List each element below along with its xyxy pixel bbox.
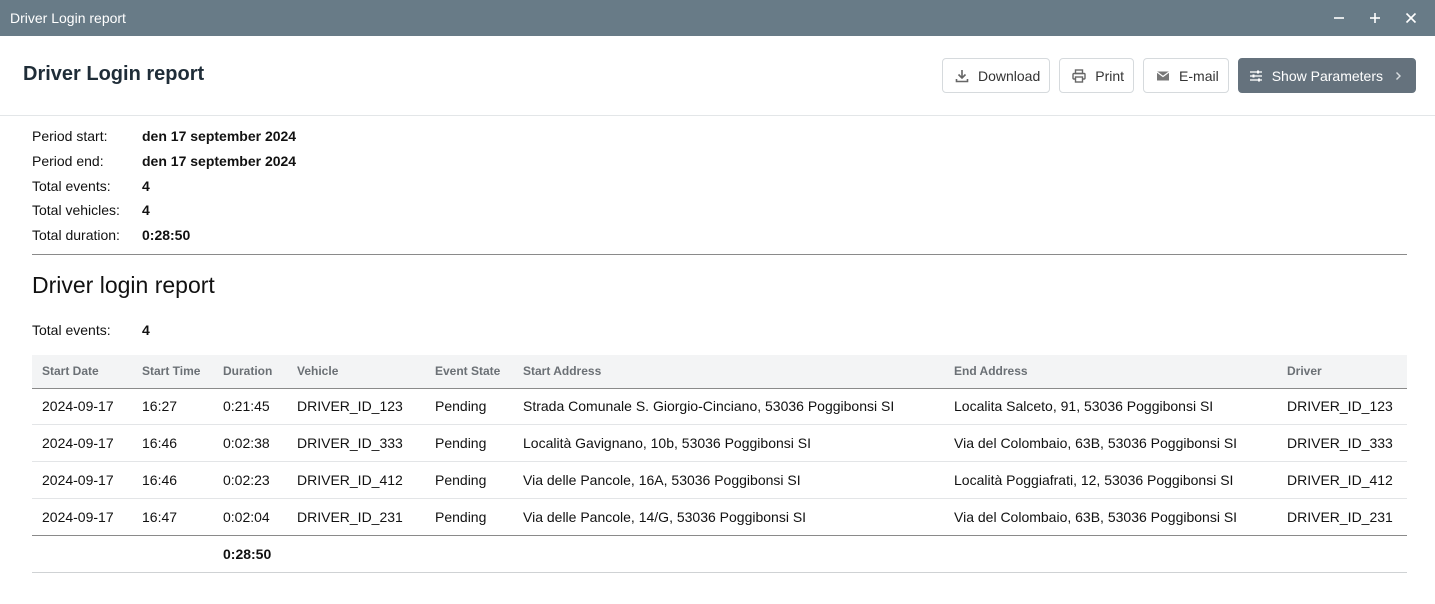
events-table: Start Date Start Time Duration Vehicle E… — [32, 355, 1407, 573]
cell-duration: 0:02:23 — [213, 461, 287, 499]
total-duration-value: 0:28:50 — [142, 227, 191, 244]
window-titlebar[interactable]: Driver Login report — [0, 0, 1435, 36]
column-header[interactable]: Driver — [1277, 355, 1407, 389]
download-label: Download — [977, 67, 1041, 84]
table-footer-row: 0:28:50 — [32, 535, 1407, 573]
download-icon — [955, 69, 969, 82]
cell-driver: DRIVER_ID_231 — [1277, 498, 1407, 536]
table-row: 2024-09-17 16:46 0:02:38 DRIVER_ID_333 P… — [32, 424, 1407, 463]
cell-end-address: Via del Colombaio, 63B, 53036 Poggibonsi… — [944, 498, 1277, 536]
table-row: 2024-09-17 16:47 0:02:04 DRIVER_ID_231 P… — [32, 498, 1407, 536]
minimize-icon[interactable] — [1321, 0, 1357, 36]
total-duration-row: Total duration: 0:28:50 — [32, 223, 1407, 248]
period-end-row: Period end: den 17 september 2024 — [32, 149, 1407, 174]
email-label: E-mail — [1179, 67, 1219, 84]
report-header: Driver Login report Download Print E-mai… — [0, 36, 1435, 116]
cell-start-time: 16:46 — [132, 424, 213, 463]
section-title: Driver login report — [32, 272, 215, 298]
cell-vehicle: DRIVER_ID_333 — [287, 424, 425, 463]
cell-event-state: Pending — [425, 424, 513, 463]
cell-driver: DRIVER_ID_412 — [1277, 461, 1407, 499]
window-title: Driver Login report — [10, 10, 126, 26]
envelope-icon — [1156, 71, 1170, 80]
printer-icon — [1072, 68, 1086, 83]
total-vehicles-label: Total vehicles: — [32, 202, 120, 219]
cell-end-address: Via del Colombaio, 63B, 53036 Poggibonsi… — [944, 424, 1277, 463]
period-start-row: Period start: den 17 september 2024 — [32, 124, 1407, 149]
column-header[interactable]: Start Time — [132, 355, 213, 389]
print-label: Print — [1095, 67, 1125, 84]
column-header[interactable]: Start Date — [32, 355, 132, 389]
email-button[interactable]: E-mail — [1143, 58, 1229, 93]
period-start-label: Period start: — [32, 128, 108, 144]
section-divider — [32, 254, 1407, 255]
cell-duration: 0:02:04 — [213, 498, 287, 536]
cell-start-date: 2024-09-17 — [32, 461, 132, 499]
cell-start-date: 2024-09-17 — [32, 498, 132, 536]
sliders-icon — [1249, 70, 1262, 81]
cell-duration: 0:02:38 — [213, 424, 287, 463]
show-parameters-button[interactable]: Show Parameters — [1237, 58, 1416, 93]
cell-vehicle: DRIVER_ID_123 — [287, 388, 425, 426]
cell-start-address: Località Gavignano, 10b, 53036 Poggibons… — [513, 424, 944, 463]
column-header[interactable]: Event State — [425, 355, 513, 389]
cell-vehicle: DRIVER_ID_412 — [287, 461, 425, 499]
cell-duration: 0:21:45 — [213, 388, 287, 426]
cell-start-date: 2024-09-17 — [32, 388, 132, 426]
section-total-events-value: 4 — [142, 322, 150, 338]
print-button[interactable]: Print — [1059, 58, 1135, 93]
table-header-row: Start Date Start Time Duration Vehicle E… — [32, 355, 1407, 389]
show-parameters-label: Show Parameters — [1271, 67, 1383, 84]
total-events-label: Total events: — [32, 177, 111, 194]
chevron-right-icon — [1396, 71, 1401, 80]
download-button[interactable]: Download — [941, 58, 1051, 93]
cell-start-address: Strada Comunale S. Giorgio-Cinciano, 530… — [513, 388, 944, 426]
cell-event-state: Pending — [425, 388, 513, 426]
period-end-value: den 17 september 2024 — [142, 152, 297, 169]
cell-end-address: Località Poggiafrati, 12, 53036 Poggibon… — [944, 461, 1277, 499]
cell-vehicle: DRIVER_ID_231 — [287, 498, 425, 536]
period-start-value: den 17 september 2024 — [142, 128, 297, 144]
cell-start-address: Via delle Pancole, 14/G, 53036 Poggibons… — [513, 498, 944, 536]
maximize-icon[interactable] — [1357, 0, 1393, 36]
report-summary: Period start: den 17 september 2024 Peri… — [32, 116, 1407, 248]
total-vehicles-value: 4 — [142, 202, 150, 219]
page-title: Driver Login report — [23, 63, 205, 85]
cell-driver: DRIVER_ID_333 — [1277, 424, 1407, 463]
column-header[interactable]: End Address — [944, 355, 1277, 389]
toolbar: Download Print E-mail Show Parameters — [941, 58, 1416, 93]
table-row: 2024-09-17 16:27 0:21:45 DRIVER_ID_123 P… — [32, 388, 1407, 426]
section-total-events-label: Total events: — [32, 322, 111, 338]
close-icon[interactable] — [1393, 0, 1429, 36]
total-vehicles-row: Total vehicles: 4 — [32, 198, 1407, 223]
section-total-events: Total events: 4 — [32, 318, 432, 342]
footer-total-duration: 0:28:50 — [213, 535, 287, 573]
total-events-value: 4 — [142, 177, 150, 194]
cell-start-address: Via delle Pancole, 16A, 53036 Poggibonsi… — [513, 461, 944, 499]
total-duration-label: Total duration: — [32, 227, 120, 244]
period-end-label: Period end: — [32, 152, 104, 169]
cell-start-time: 16:46 — [132, 461, 213, 499]
cell-start-time: 16:27 — [132, 388, 213, 426]
column-header[interactable]: Duration — [213, 355, 287, 389]
total-events-row: Total events: 4 — [32, 174, 1407, 199]
cell-event-state: Pending — [425, 498, 513, 536]
cell-driver: DRIVER_ID_123 — [1277, 388, 1407, 426]
column-header[interactable]: Vehicle — [287, 355, 425, 389]
cell-start-date: 2024-09-17 — [32, 424, 132, 463]
cell-end-address: Localita Salceto, 91, 53036 Poggibonsi S… — [944, 388, 1277, 426]
window-controls — [1321, 0, 1429, 36]
cell-start-time: 16:47 — [132, 498, 213, 536]
table-row: 2024-09-17 16:46 0:02:23 DRIVER_ID_412 P… — [32, 461, 1407, 499]
column-header[interactable]: Start Address — [513, 355, 944, 389]
cell-event-state: Pending — [425, 461, 513, 499]
